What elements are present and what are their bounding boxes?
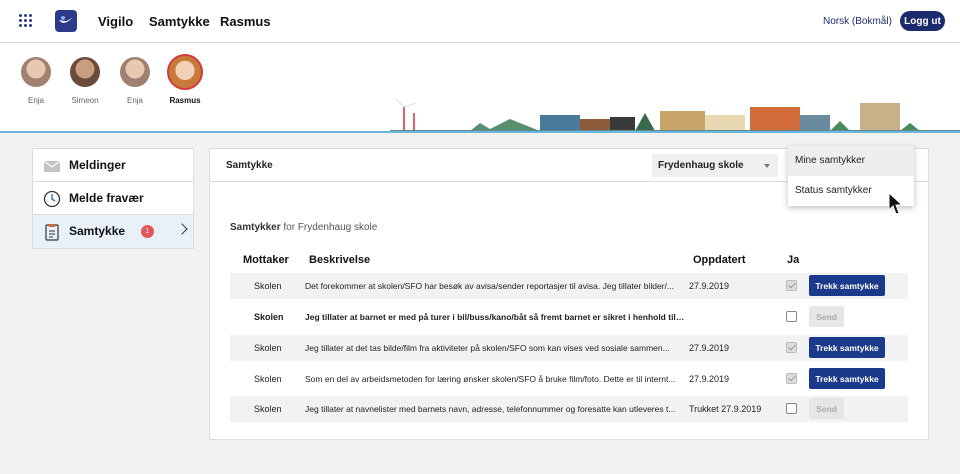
notification-badge: 1 [141,225,154,238]
child-avatar-enja-2[interactable]: Enja [112,53,158,105]
brand-link[interactable]: Vigilo [98,14,133,29]
clock-icon [43,190,61,208]
consent-checkbox[interactable] [786,403,797,414]
description-cell[interactable]: Jeg tillater at det tas bilde/film fra a… [305,343,685,353]
caret-down-icon [764,164,770,168]
children-banner: Enja Simeon Enja Rasmus [0,43,960,133]
sidebar: Meldinger Melde fravær Samtykke 1 [32,148,194,249]
updated-cell: Trukket 27.9.2019 [689,404,762,414]
child-avatar-enja[interactable]: Enja [13,53,59,105]
consent-checkbox[interactable] [786,373,797,384]
send-consent-button[interactable]: Send [809,398,844,419]
sidebar-item-meldinger[interactable]: Meldinger [33,149,193,182]
table-row: Skolen Jeg tillater at navnelister med b… [230,396,908,422]
column-header-ja: Ja [787,254,800,266]
nav-samtykke[interactable]: Samtykke [149,14,210,29]
subtitle-rest: for Frydenhaug skole [280,222,378,233]
subtitle-bold: Samtykker [230,222,281,233]
school-select-value: Frydenhaug skole [658,160,744,171]
description-cell[interactable]: Som en del av arbeidsmetoden for læring … [305,374,685,384]
updated-cell: 27.9.2019 [689,343,730,353]
column-header-beskrivelse: Beskrivelse [309,254,371,266]
child-name: Enja [27,96,44,105]
updated-cell: 27.9.2019 [689,374,730,384]
town-illustration-icon [390,98,960,131]
child-name: Rasmus [169,96,201,105]
withdraw-consent-button[interactable]: Trekk samtykke [809,368,885,389]
child-avatar-rasmus[interactable]: Rasmus [162,53,208,105]
child-name: Enja [126,96,143,105]
table-row: Skolen Jeg tillater at barnet er med på … [230,304,908,330]
avatar [167,54,203,90]
sidebar-item-melde-fravaer[interactable]: Melde fravær [33,182,193,215]
top-bar: Vigilo Samtykke Rasmus Norsk (Bokmål) Lo… [0,0,960,43]
consent-checkbox[interactable] [786,342,797,353]
recipient-cell: Skolen [254,343,282,353]
recipient-cell: Skolen [254,374,282,384]
section-subtitle: Samtykker for Frydenhaug skole [230,222,377,233]
mouse-pointer-icon [888,192,904,215]
clipboard-icon [45,224,59,241]
table-row: Skolen Jeg tillater at det tas bilde/fil… [230,335,908,361]
sidebar-item-label: Melde fravær [69,191,144,205]
avatar [70,57,100,87]
consent-checkbox[interactable] [786,280,797,291]
avatar [21,57,51,87]
consent-checkbox[interactable] [786,311,797,322]
withdraw-consent-button[interactable]: Trekk samtykke [809,337,885,358]
description-cell[interactable]: Jeg tillater at navnelister med barnets … [305,404,685,414]
table-row: Skolen Det forekommer at skolen/SFO har … [230,273,908,299]
updated-cell: 27.9.2019 [689,281,730,291]
sidebar-item-samtykke[interactable]: Samtykke 1 [33,215,193,248]
avatar [120,57,150,87]
school-select[interactable]: Frydenhaug skole [652,154,778,177]
column-header-mottaker: Mottaker [243,254,289,266]
description-cell[interactable]: Jeg tillater at barnet er med på turer i… [305,312,685,322]
recipient-cell: Skolen [254,312,284,322]
column-header-oppdatert: Oppdatert [693,254,746,266]
child-avatar-simeon[interactable]: Simeon [62,53,108,105]
menu-item-mine-samtykker[interactable]: Mine samtykker [788,146,914,176]
page-title: Samtykke [226,160,273,171]
withdraw-consent-button[interactable]: Trekk samtykke [809,275,885,296]
recipient-cell: Skolen [254,281,282,291]
app-grid-icon[interactable] [19,14,33,28]
envelope-icon [43,160,61,172]
description-cell[interactable]: Det forekommer at skolen/SFO har besøk a… [305,281,685,291]
child-name: Simeon [71,96,99,105]
chevron-right-icon [176,223,188,235]
table-row: Skolen Som en del av arbeidsmetoden for … [230,366,908,392]
send-consent-button[interactable]: Send [809,306,844,327]
sidebar-item-label: Meldinger [69,158,126,172]
nav-child-name[interactable]: Rasmus [220,14,271,29]
logout-button[interactable]: Logg ut [900,11,945,31]
recipient-cell: Skolen [254,404,282,414]
language-selector[interactable]: Norsk (Bokmål) [823,16,892,27]
sidebar-item-label: Samtykke [69,224,126,238]
vigilo-logo-icon[interactable] [55,10,77,32]
